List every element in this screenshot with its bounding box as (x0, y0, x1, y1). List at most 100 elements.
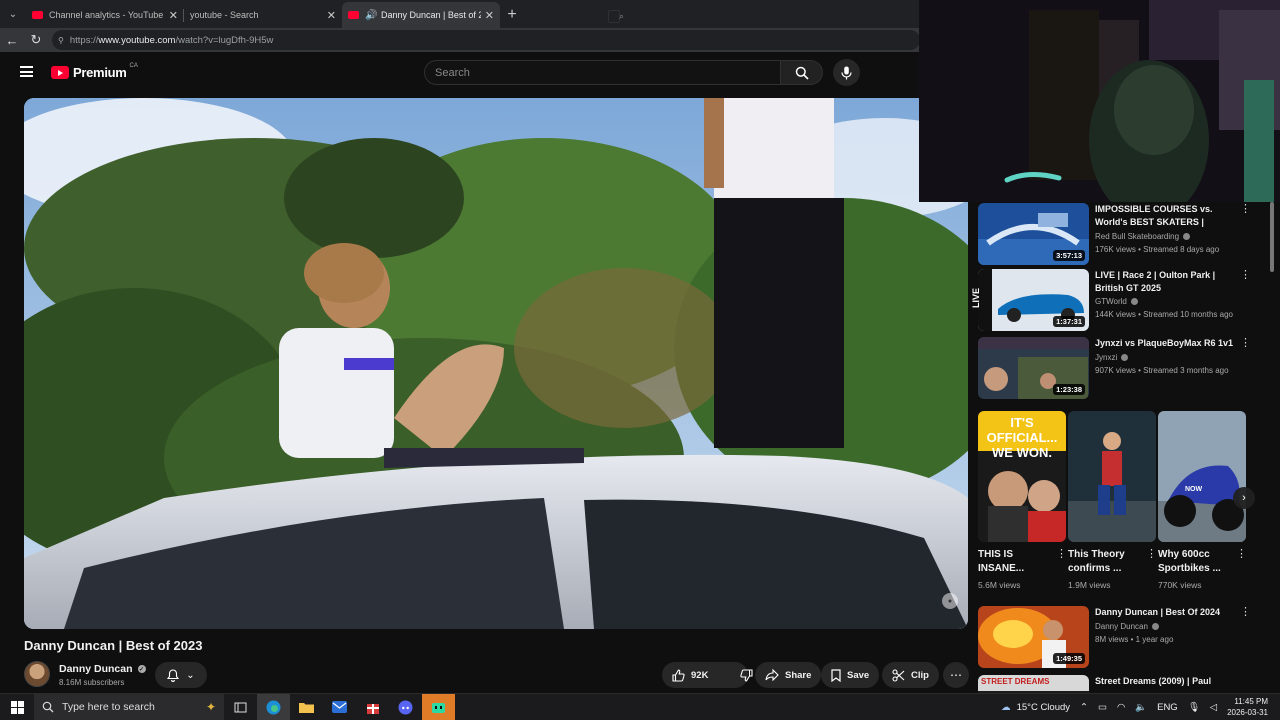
recommendation-item[interactable]: 3:57:13 IMPOSSIBLE COURSES vs. World's B… (978, 203, 1251, 265)
gift-icon (366, 704, 379, 714)
sidebar-scrollbar[interactable] (1270, 202, 1274, 698)
more-vertical-icon[interactable]: ⋮ (1056, 549, 1067, 560)
mail-taskbar-button[interactable] (323, 694, 356, 720)
search-highlight-icon: ✦ (205, 700, 216, 714)
scissors-icon (892, 668, 905, 682)
like-button[interactable]: 92K (662, 662, 718, 688)
reload-button[interactable]: ↻ (24, 32, 48, 48)
clip-label: Clip (911, 669, 929, 681)
video-title[interactable]: IMPOSSIBLE COURSES vs. World's BEST SKAT… (1095, 203, 1235, 229)
tab-search-menu-button[interactable]: ⌄ (0, 0, 26, 28)
verified-icon: ✓ (137, 665, 146, 673)
channel-line[interactable]: Jynxzi (1095, 353, 1129, 362)
video-duration: 1:49:35 (1053, 653, 1085, 664)
search-button[interactable] (781, 60, 823, 85)
search-icon (795, 66, 809, 80)
task-view-button[interactable] (224, 694, 257, 720)
speaker-icon[interactable]: 🔊 (365, 10, 377, 21)
more-vertical-icon[interactable]: ⋮ (1236, 549, 1247, 560)
wifi-icon[interactable]: ◠ (1117, 702, 1125, 713)
short-title[interactable]: This Theory confirms ... (1068, 548, 1142, 576)
search-input[interactable]: Search (424, 60, 781, 85)
speaker-icon[interactable]: 🔈 (1135, 702, 1147, 713)
save-button[interactable]: Save (821, 662, 880, 688)
short-title[interactable]: THIS IS INSANE... (978, 548, 1052, 576)
more-vertical-icon[interactable]: ⋮ (1240, 338, 1251, 349)
browser-tab-search[interactable]: ⌕ youtube - Search ✕ (184, 2, 624, 28)
video-title: Danny Duncan | Best of 2023 (24, 638, 203, 653)
back-button[interactable]: ← (0, 33, 24, 48)
browser-tab-video[interactable]: 🔊 Danny Duncan | Best of 2023 ✕ (342, 2, 500, 28)
video-title[interactable]: Danny Duncan | Best Of 2024 (1095, 606, 1235, 619)
video-title[interactable]: Street Dreams (2009) | Paul (1095, 675, 1235, 688)
short-thumbnail[interactable]: IT'S OFFICIAL... WE WON. (978, 411, 1066, 542)
short-item[interactable]: This Theory confirms ... 1.9M views ⋮ (1068, 411, 1157, 590)
more-vertical-icon[interactable]: ⋮ (1240, 607, 1251, 618)
clock-date: 2026-03-31 (1227, 708, 1268, 717)
close-tab-icon[interactable]: ✕ (327, 9, 336, 22)
start-button[interactable] (0, 694, 34, 720)
youtube-premium-logo[interactable]: Premium CA (51, 63, 138, 80)
streaming-app-taskbar-button[interactable] (422, 693, 455, 720)
network-icon[interactable]: ▭ (1098, 702, 1107, 713)
reload-icon: ↻ (30, 32, 42, 47)
subscribed-notifications-button[interactable]: ⌄ (155, 662, 207, 688)
more-vertical-icon[interactable]: ⋮ (1146, 549, 1157, 560)
short-thumbnail[interactable]: NOW (1158, 411, 1246, 542)
video-thumbnail[interactable]: 1:49:35 (978, 606, 1089, 668)
video-thumbnail[interactable]: 1:23:38 (978, 337, 1089, 399)
short-title[interactable]: Why 600cc Sportbikes ... (1158, 548, 1232, 576)
voice-search-button[interactable] (833, 59, 860, 86)
short-thumbnail-text: IT'S OFFICIAL... WE WON. (986, 415, 1058, 460)
clock[interactable]: 11:45 PM 2026-03-31 (1227, 696, 1268, 718)
video-player[interactable]: ● (24, 98, 968, 629)
channel-watermark-icon[interactable]: ● (942, 593, 958, 609)
search-icon (42, 701, 54, 713)
microphone-tray-icon[interactable]: 🎙 (1188, 702, 1200, 713)
thumbs-up-icon (672, 668, 685, 682)
shorts-next-button[interactable]: › (1233, 487, 1255, 509)
url-scheme: https:// (69, 34, 99, 46)
short-item[interactable]: NOW Why 600cc Sportbikes ... 770K views … (1158, 411, 1247, 590)
short-item[interactable]: IT'S OFFICIAL... WE WON. THIS IS INSANE.… (978, 411, 1067, 590)
clip-button[interactable]: Clip (882, 662, 939, 688)
chevron-up-icon[interactable]: ⌃ (1080, 702, 1088, 713)
more-vertical-icon[interactable]: ⋮ (1240, 270, 1251, 281)
channel-line[interactable]: Red Bull Skateboarding (1095, 232, 1191, 241)
more-actions-button[interactable]: ⋯ (943, 662, 969, 688)
weather-widget[interactable]: ☁ 15°C Cloudy (1001, 702, 1070, 713)
browser-tab-analytics[interactable]: Channel analytics - YouTube Studi ✕ (26, 2, 184, 28)
video-title[interactable]: Jynxzi vs PlaqueBoyMax R6 1v1 (1095, 337, 1235, 350)
discord-taskbar-button[interactable] (389, 694, 422, 720)
language-indicator[interactable]: ENG (1157, 702, 1178, 713)
video-title[interactable]: LIVE | Race 2 | Oulton Park | British GT… (1095, 269, 1235, 295)
new-tab-button[interactable]: + (500, 2, 524, 28)
file-explorer-taskbar-button[interactable] (290, 694, 323, 720)
site-info-icon[interactable]: ⚲ (58, 36, 64, 45)
menu-icon[interactable] (20, 66, 33, 77)
recommendation-item[interactable]: 1:23:38 Jynxzi vs PlaqueBoyMax R6 1v1 Jy… (978, 337, 1251, 399)
close-tab-icon[interactable]: ✕ (169, 9, 178, 22)
recommendation-item[interactable]: 1:49:35 Danny Duncan | Best Of 2024 Dann… (978, 606, 1251, 668)
channel-name: Danny Duncan (1095, 622, 1148, 631)
channel-avatar[interactable] (24, 661, 50, 687)
scrollbar-thumb[interactable] (1270, 202, 1274, 272)
channel-line[interactable]: Danny Duncan (1095, 622, 1159, 631)
share-button[interactable]: Share (755, 662, 822, 688)
system-tray: ☁ 15°C Cloudy ⌃ ▭ ◠ 🔈 ENG 🎙 ◁ 11:45 PM 2… (1001, 696, 1280, 718)
video-thumbnail[interactable]: 1:37:31 (978, 269, 1089, 331)
more-vertical-icon[interactable]: ⋮ (1240, 204, 1251, 215)
channel-name: Danny Duncan (59, 663, 133, 675)
channel-line[interactable]: GTWorld (1095, 297, 1138, 306)
close-tab-icon[interactable]: ✕ (485, 9, 494, 22)
volume-icon[interactable]: ◁ (1210, 702, 1217, 713)
gift-app-taskbar-button[interactable] (356, 694, 389, 720)
channel-name-link[interactable]: Danny Duncan ✓ (59, 663, 146, 675)
edge-taskbar-button[interactable] (257, 693, 290, 720)
video-thumbnail[interactable]: 3:57:13 (978, 203, 1089, 265)
short-thumbnail[interactable] (1068, 411, 1156, 542)
url-field[interactable]: ⚲ https://www.youtube.com/watch?v=lugDfh… (52, 30, 920, 50)
recommendation-item[interactable]: 1:37:31 LIVE LIVE | Race 2 | Oulton Park… (972, 269, 1251, 331)
taskbar-search-input[interactable]: Type here to search ✦ (34, 693, 224, 720)
task-view-icon (234, 702, 247, 712)
